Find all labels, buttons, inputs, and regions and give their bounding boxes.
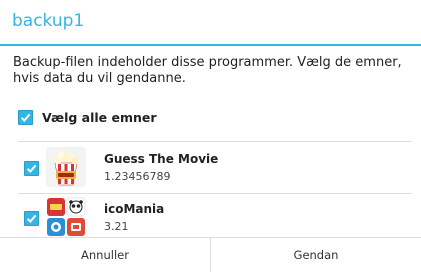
select-all-checkbox[interactable] [18,109,33,125]
icomania-app-icon [46,197,86,237]
dialog-button-bar: Annuller Gendan [0,237,421,272]
app-name: icoMania [104,202,165,216]
cancel-button[interactable]: Annuller [0,238,210,272]
select-all-row[interactable]: Vælg alle emner [18,108,157,126]
checkmark-icon [26,164,37,173]
app-checkbox[interactable] [24,161,39,176]
dialog-title: backup1 [12,11,85,31]
app-checkbox[interactable] [24,211,39,226]
guess-the-movie-app-icon [46,147,86,187]
title-divider [0,44,421,46]
app-version: 1.23456789 [104,170,171,183]
dialog-message: Backup-filen indeholder disse programmer… [13,55,402,86]
select-all-label: Vælg alle emner [42,109,157,125]
app-name: Guess The Movie [104,152,219,166]
checkmark-icon [26,214,37,223]
app-version: 3.21 [104,220,129,233]
list-item[interactable]: Guess The Movie 1.23456789 [18,145,412,191]
checkmark-icon [20,113,31,122]
list-divider [18,193,412,194]
list-item[interactable]: icoMania 3.21 [18,195,412,241]
list-divider [18,141,412,142]
restore-button[interactable]: Gendan [210,238,421,272]
